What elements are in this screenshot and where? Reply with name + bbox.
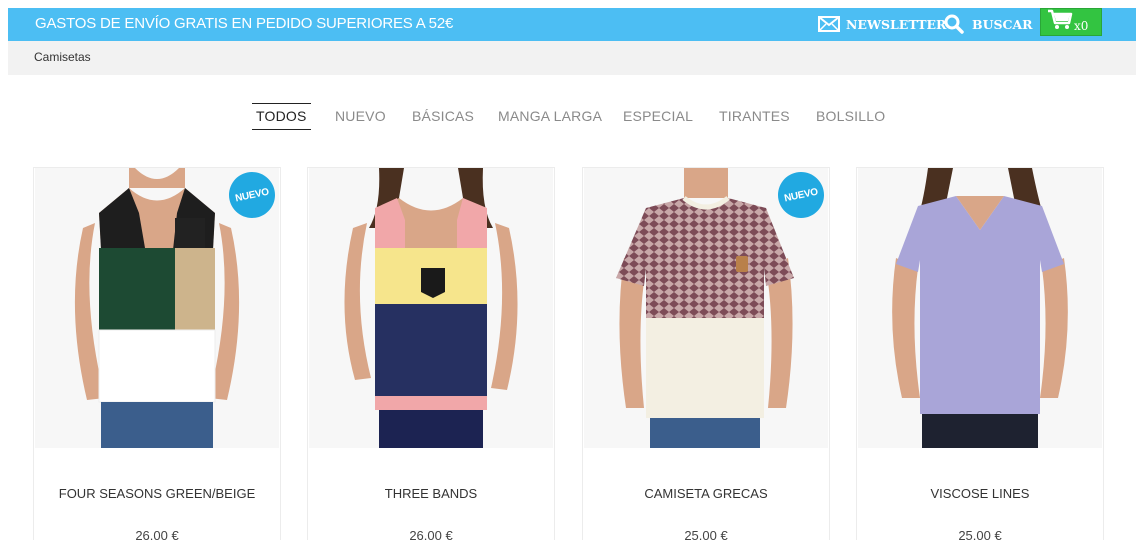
- product-card[interactable]: NUEVO CAMISETA GRECAS 25.00 €: [582, 167, 830, 540]
- product-price: 25.00 €: [958, 528, 1002, 540]
- filter-tirantes[interactable]: TIRANTES: [719, 108, 790, 124]
- newsletter-link[interactable]: NEWSLETTER: [818, 12, 946, 36]
- top-bar: GASTOS DE ENVÍO GRATIS EN PEDIDO SUPERIO…: [8, 8, 1136, 41]
- cart-button[interactable]: x0: [1040, 8, 1102, 36]
- product-card[interactable]: VISCOSE LINES 25.00 €: [856, 167, 1104, 540]
- filter-todos[interactable]: TODOS: [252, 103, 311, 130]
- product-image[interactable]: [309, 168, 553, 448]
- cart-count: x0: [1074, 19, 1089, 33]
- product-name[interactable]: VISCOSE LINES: [857, 486, 1103, 501]
- product-card[interactable]: NUEVO FOUR SEASONS GREEN/BEIGE 26.00 €: [33, 167, 281, 540]
- newsletter-label: NEWSLETTER: [846, 16, 947, 32]
- search-icon: [944, 14, 972, 34]
- product-name[interactable]: FOUR SEASONS GREEN/BEIGE: [34, 486, 280, 501]
- product-price: 25.00 €: [684, 528, 728, 540]
- product-price: 26.00 €: [409, 528, 453, 540]
- search-label: BUSCAR: [972, 16, 1033, 32]
- product-name[interactable]: THREE BANDS: [308, 486, 554, 501]
- breadcrumb: Camisetas: [8, 41, 1136, 75]
- envelope-icon: [818, 16, 846, 32]
- filter-especial[interactable]: ESPECIAL: [623, 108, 693, 124]
- filter-basicas[interactable]: BÁSICAS: [412, 108, 474, 124]
- product-card[interactable]: THREE BANDS 26.00 €: [307, 167, 555, 540]
- filter-manga-larga[interactable]: MANGA LARGA: [498, 108, 602, 124]
- shopping-cart-icon: [1047, 9, 1073, 36]
- breadcrumb-current[interactable]: Camisetas: [34, 50, 91, 64]
- filter-nuevo[interactable]: NUEVO: [335, 108, 386, 124]
- search-link[interactable]: BUSCAR: [944, 12, 1033, 36]
- product-name[interactable]: CAMISETA GRECAS: [583, 486, 829, 501]
- product-image[interactable]: NUEVO: [35, 168, 279, 448]
- product-price: 26.00 €: [135, 528, 179, 540]
- product-image[interactable]: NUEVO: [584, 168, 828, 448]
- category-filters: TODOS NUEVO BÁSICAS MANGA LARGA ESPECIAL…: [0, 103, 1136, 132]
- product-image[interactable]: [858, 168, 1102, 448]
- filter-bolsillo[interactable]: BOLSILLO: [816, 108, 885, 124]
- shipping-promo-text: GASTOS DE ENVÍO GRATIS EN PEDIDO SUPERIO…: [35, 15, 454, 32]
